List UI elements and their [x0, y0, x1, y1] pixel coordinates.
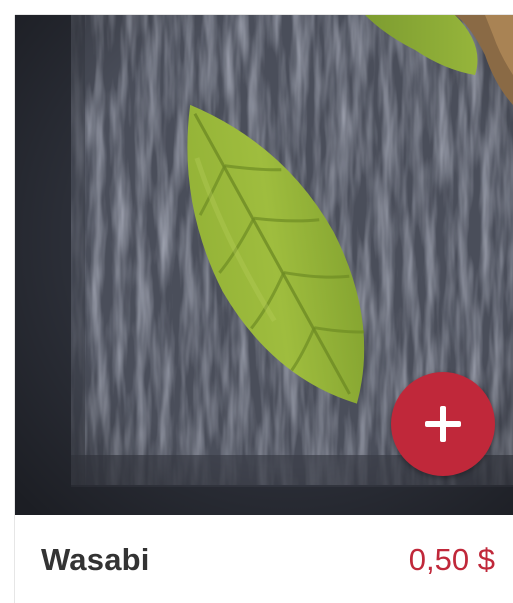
add-to-cart-button[interactable] — [391, 372, 495, 476]
product-info: Wasabi 0,50 $ — [15, 515, 513, 603]
product-price: 0,50 $ — [408, 542, 495, 577]
product-card[interactable]: Wasabi 0,50 $ — [15, 15, 513, 603]
product-name: Wasabi — [41, 542, 150, 577]
product-image — [15, 15, 513, 515]
plus-icon — [425, 406, 461, 442]
